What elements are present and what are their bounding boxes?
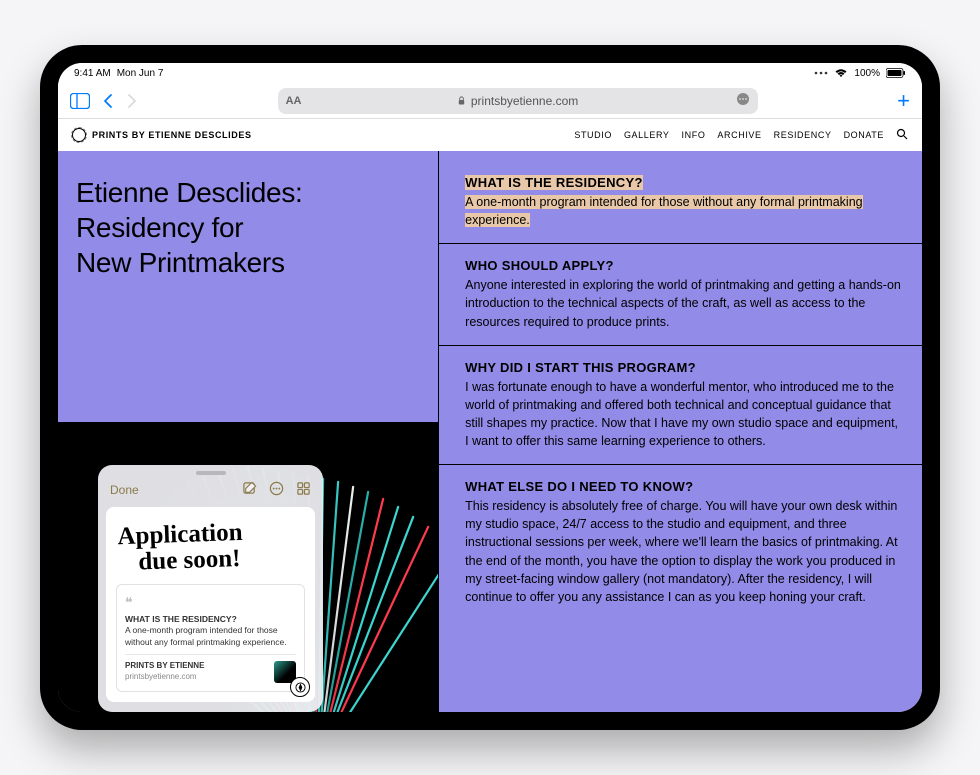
drag-grabber-icon[interactable] (196, 471, 226, 475)
grid-icon[interactable] (296, 481, 311, 499)
new-tab-button[interactable]: + (897, 88, 910, 114)
url-text: printsbyetienne.com (471, 94, 578, 108)
quote-title: WHAT IS THE RESIDENCY? (125, 614, 296, 625)
link-preview-card[interactable]: ❝ WHAT IS THE RESIDENCY? A one-month pro… (116, 584, 305, 692)
battery-percentage: 100% (854, 68, 880, 79)
page-title: Etienne Desclides: Residency for New Pri… (76, 175, 420, 280)
quote-icon: ❝ (125, 593, 296, 612)
nav-gallery[interactable]: GALLERY (624, 130, 670, 140)
wifi-icon (834, 68, 848, 78)
handwritten-note: Application due soon! (115, 512, 306, 587)
page-right-column[interactable]: WHAT IS THE RESIDENCY? A one-month progr… (438, 151, 922, 712)
source-url: printsbyetienne.com (125, 672, 204, 683)
brand-name: PRINTS BY ETIENNE DESCLIDES (92, 130, 252, 140)
more-dots-icon[interactable] (814, 71, 828, 75)
faq-item-residency: WHAT IS THE RESIDENCY? A one-month progr… (439, 151, 922, 244)
reader-aa-button[interactable]: AA (286, 95, 302, 107)
page-menu-icon[interactable] (736, 92, 750, 109)
battery-icon (886, 68, 906, 78)
source-name: PRINTS BY ETIENNE (125, 661, 204, 672)
nav-donate[interactable]: DONATE (844, 130, 884, 140)
ipad-frame: 9:41 AM Mon Jun 7 100% (40, 45, 940, 730)
status-date: Mon Jun 7 (117, 68, 164, 79)
faq-item-apply: WHO SHOULD APPLY? Anyone interested in e… (439, 244, 922, 345)
status-time: 9:41 AM (74, 68, 111, 79)
more-icon[interactable] (269, 481, 284, 499)
safari-toolbar: AA printsbyetienne.com + (58, 83, 922, 119)
forward-button-icon (126, 93, 138, 109)
back-button-icon[interactable] (102, 93, 114, 109)
status-bar: 9:41 AM Mon Jun 7 100% (58, 63, 922, 83)
faq-item-know: WHAT ELSE DO I NEED TO KNOW? This reside… (439, 465, 922, 620)
url-bar[interactable]: AA printsbyetienne.com (278, 88, 758, 114)
ipad-screen: 9:41 AM Mon Jun 7 100% (58, 63, 922, 712)
nav-studio[interactable]: STUDIO (574, 130, 612, 140)
faq-item-why: WHY DID I START THIS PROGRAM? I was fort… (439, 346, 922, 466)
quote-body: A one-month program intended for those w… (125, 625, 296, 648)
quick-note-body[interactable]: Application due soon! ❝ WHAT IS THE RESI… (106, 507, 315, 702)
compose-icon[interactable] (242, 481, 257, 499)
quick-note-toolbar: Done (98, 477, 323, 507)
done-button[interactable]: Done (110, 483, 139, 497)
nav-info[interactable]: INFO (682, 130, 706, 140)
safari-badge-icon (290, 677, 310, 697)
brand-logo-icon (72, 128, 86, 142)
site-header: PRINTS BY ETIENNE DESCLIDES STUDIO GALLE… (58, 119, 922, 151)
lock-icon (457, 94, 466, 108)
nav-residency[interactable]: RESIDENCY (774, 130, 832, 140)
nav-archive[interactable]: ARCHIVE (717, 130, 761, 140)
search-icon[interactable] (896, 128, 908, 142)
quick-note-panel[interactable]: Done Applicati (98, 465, 323, 712)
sidebar-toggle-icon[interactable] (70, 93, 90, 109)
page-content: Etienne Desclides: Residency for New Pri… (58, 151, 922, 712)
site-nav: STUDIO GALLERY INFO ARCHIVE RESIDENCY DO… (574, 128, 908, 142)
